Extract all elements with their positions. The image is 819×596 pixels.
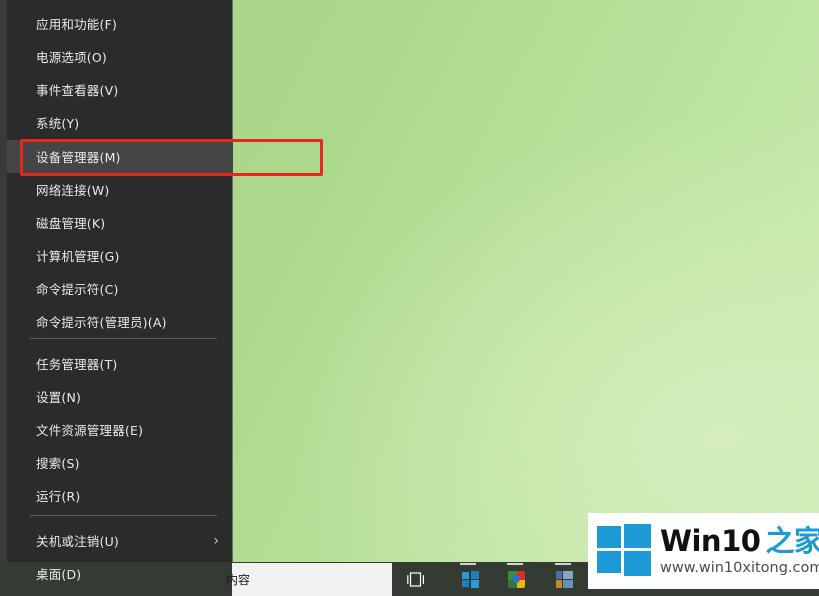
- app-icon[interactable]: [546, 562, 582, 596]
- menu-item-label: 应用和功能(F): [36, 17, 118, 32]
- menu-item-shutdown-or-signout[interactable]: 关机或注销(U) ›: [7, 524, 233, 557]
- windows-logo-icon: [597, 524, 651, 578]
- menu-item-run[interactable]: 运行(R): [7, 479, 233, 512]
- menu-separator: [30, 515, 217, 516]
- microsoft-store-icon[interactable]: [452, 562, 488, 596]
- menu-item-label: 命令提示符(C): [36, 282, 119, 297]
- chevron-right-icon: ›: [213, 532, 219, 549]
- menu-left-rail: [0, 0, 7, 563]
- menu-item-device-manager[interactable]: 设备管理器(M): [7, 140, 233, 173]
- menu-item-network-connections[interactable]: 网络连接(W): [7, 173, 233, 206]
- menu-item-power-options[interactable]: 电源选项(O): [7, 40, 233, 73]
- menu-item-disk-management[interactable]: 磁盘管理(K): [7, 206, 233, 239]
- store-glyph: [461, 570, 479, 588]
- menu-item-label: 任务管理器(T): [36, 357, 118, 372]
- watermark-badge: Win10 之家 www.win10xitong.com: [588, 513, 819, 589]
- menu-item-label: 关机或注销(U): [36, 534, 120, 549]
- menu-item-task-manager[interactable]: 任务管理器(T): [7, 347, 233, 380]
- screen-root: 内容 应用和功能(F) 电源选项(O) 事件查看器(V) 系统(Y) 设备管理器…: [0, 0, 819, 596]
- menu-item-command-prompt-admin[interactable]: 命令提示符(管理员)(A): [7, 305, 233, 338]
- menu-item-computer-management[interactable]: 计算机管理(G): [7, 239, 233, 272]
- watermark-url: www.win10xitong.com: [660, 559, 819, 576]
- menu-item-label: 命令提示符(管理员)(A): [36, 315, 167, 330]
- menu-item-apps-and-features[interactable]: 应用和功能(F): [7, 7, 233, 40]
- chrome-icon[interactable]: [498, 562, 534, 596]
- menu-item-label: 事件查看器(V): [36, 83, 119, 98]
- menu-item-label: 系统(Y): [36, 116, 80, 131]
- menu-item-file-explorer[interactable]: 文件资源管理器(E): [7, 413, 233, 446]
- menu-item-label: 运行(R): [36, 489, 81, 504]
- menu-item-system[interactable]: 系统(Y): [7, 106, 233, 139]
- menu-item-label: 磁盘管理(K): [36, 216, 106, 231]
- task-view-icon[interactable]: [398, 562, 434, 596]
- menu-item-command-prompt[interactable]: 命令提示符(C): [7, 272, 233, 305]
- taskbar-search-input[interactable]: 内容: [226, 563, 392, 596]
- watermark-brand-cn: 之家: [765, 524, 819, 559]
- chrome-glyph: [507, 570, 525, 588]
- watermark-brand: Win10 之家: [660, 526, 819, 556]
- menu-item-label: 电源选项(O): [36, 50, 107, 65]
- menu-item-label: 网络连接(W): [36, 183, 110, 198]
- menu-item-search[interactable]: 搜索(S): [7, 446, 233, 479]
- menu-item-label: 搜索(S): [36, 456, 80, 471]
- winx-context-menu[interactable]: 应用和功能(F) 电源选项(O) 事件查看器(V) 系统(Y) 设备管理器(M)…: [0, 0, 233, 582]
- app-glyph: [555, 570, 573, 588]
- menu-item-label: 文件资源管理器(E): [36, 423, 144, 438]
- watermark-text: Win10 之家 www.win10xitong.com: [660, 526, 819, 576]
- menu-separator: [30, 338, 217, 339]
- menu-item-label: 设备管理器(M): [36, 150, 121, 165]
- menu-item-label: 设置(N): [36, 390, 82, 405]
- menu-item-label: 计算机管理(G): [36, 249, 120, 264]
- watermark-brand-en: Win10: [660, 524, 761, 559]
- menu-item-event-viewer[interactable]: 事件查看器(V): [7, 73, 233, 106]
- menu-item-desktop[interactable]: 桌面(D): [7, 557, 233, 590]
- menu-item-settings[interactable]: 设置(N): [7, 380, 233, 413]
- menu-item-label: 桌面(D): [36, 567, 82, 582]
